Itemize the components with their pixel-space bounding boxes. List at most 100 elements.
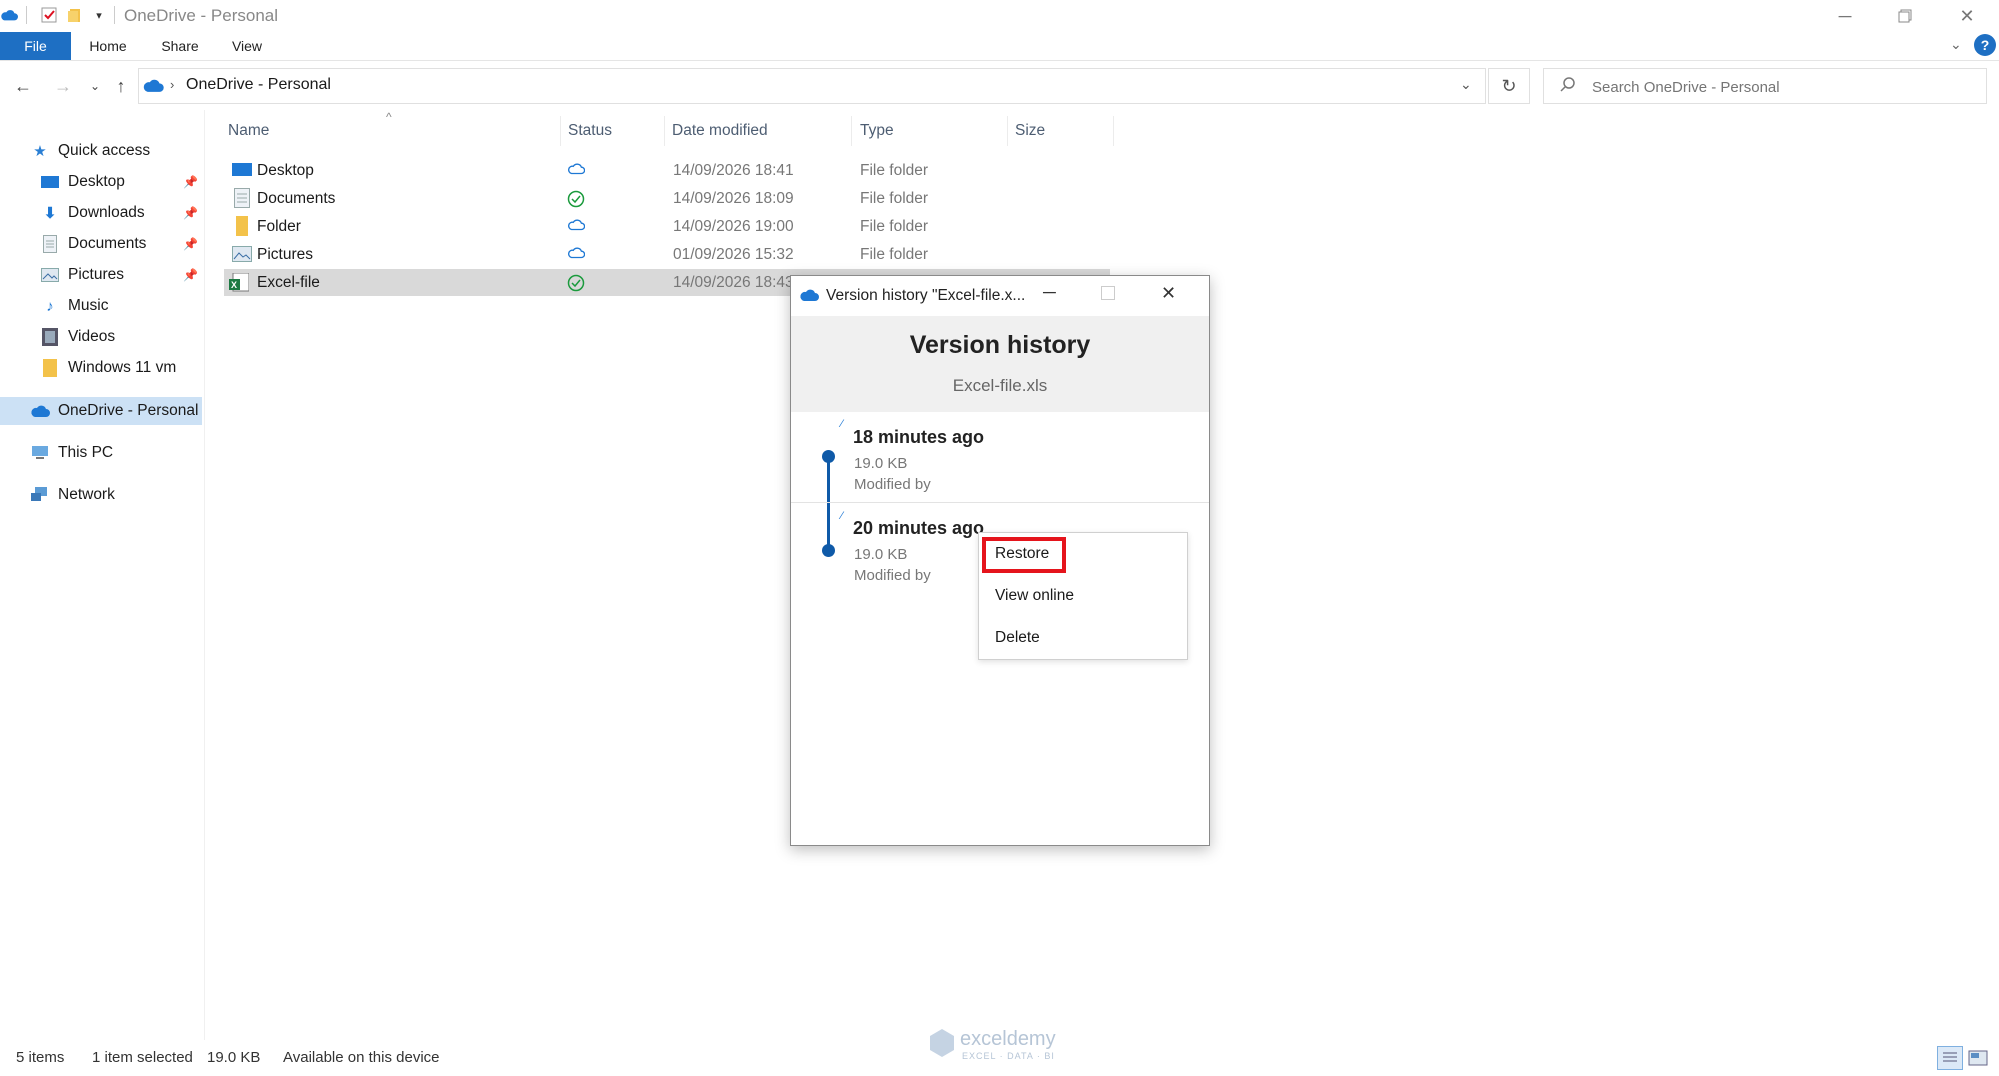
menu-item-delete[interactable]: Delete xyxy=(995,629,1040,647)
onedrive-cloud-icon xyxy=(799,288,819,307)
file-name: Desktop xyxy=(257,161,314,179)
dialog-minimize-button[interactable]: ─ xyxy=(1043,282,1056,303)
table-row[interactable]: Pictures 01/09/2026 15:32 File folder xyxy=(224,241,1110,268)
file-date: 01/09/2026 15:32 xyxy=(673,245,794,263)
column-separator[interactable] xyxy=(851,116,852,146)
address-dropdown-icon[interactable]: ⌄ xyxy=(1460,76,1472,93)
divider xyxy=(114,6,115,24)
watermark-tagline: EXCEL · DATA · BI xyxy=(962,1051,1055,1061)
pin-icon: 📌 xyxy=(183,175,198,189)
new-folder-icon[interactable] xyxy=(66,6,84,24)
up-arrow-icon[interactable]: ↑ xyxy=(110,74,132,98)
download-icon: ⬇ xyxy=(43,205,57,222)
cloud-icon xyxy=(567,246,586,265)
pictures-icon xyxy=(40,265,60,285)
column-header-date-modified[interactable]: Date modified xyxy=(672,118,768,144)
column-header-type[interactable]: Type xyxy=(860,118,894,144)
nav-downloads[interactable]: ⬇ Downloads 📌 xyxy=(0,199,204,227)
file-name: Excel-file xyxy=(257,273,320,291)
address-bar[interactable] xyxy=(138,68,1486,104)
version-modified-by: Modified by xyxy=(854,476,931,493)
menu-item-view-online[interactable]: View online xyxy=(995,587,1074,605)
loading-icon: ⁄ xyxy=(841,510,843,522)
music-icon: ♪ xyxy=(46,297,54,315)
file-type: File folder xyxy=(860,245,929,263)
maximize-button[interactable] xyxy=(1882,2,1928,30)
nav-label: Documents xyxy=(68,235,147,252)
nav-music[interactable]: ♪ Music xyxy=(0,292,108,320)
properties-icon[interactable] xyxy=(40,6,58,24)
dialog-maximize-button[interactable] xyxy=(1101,286,1115,300)
column-separator[interactable] xyxy=(664,116,665,146)
nav-label: Downloads xyxy=(68,204,145,221)
version-entry[interactable]: ⁄ 18 minutes ago 19.0 KB Modified by xyxy=(791,412,1209,506)
search-icon xyxy=(1560,76,1576,97)
recent-locations-icon[interactable]: ⌄ xyxy=(84,74,106,98)
document-icon xyxy=(40,234,60,254)
table-row[interactable]: Documents 14/09/2026 18:09 File folder xyxy=(224,185,1110,212)
close-button[interactable]: ✕ xyxy=(1944,2,1990,30)
status-size: 19.0 KB xyxy=(207,1049,261,1066)
nav-label: Windows 11 vm xyxy=(68,359,177,376)
exceldemy-logo-icon xyxy=(928,1028,956,1063)
tab-home[interactable]: Home xyxy=(80,32,136,60)
divider xyxy=(791,502,1209,503)
onedrive-cloud-icon xyxy=(30,401,50,421)
nav-pictures[interactable]: Pictures 📌 xyxy=(0,261,204,289)
details-view-button[interactable] xyxy=(1937,1046,1963,1070)
version-time: 18 minutes ago xyxy=(853,427,985,447)
document-icon xyxy=(234,188,250,213)
column-header-status[interactable]: Status xyxy=(568,118,612,144)
folder-icon xyxy=(40,358,60,378)
nav-label: Quick access xyxy=(58,142,151,159)
nav-network[interactable]: Network xyxy=(0,481,115,509)
nav-quick-access[interactable]: ★ Quick access xyxy=(0,137,150,165)
table-row[interactable]: Folder 14/09/2026 19:00 File folder xyxy=(224,213,1110,240)
nav-windows-11-vm[interactable]: Windows 11 vm xyxy=(0,354,176,382)
pictures-icon xyxy=(232,246,252,267)
customize-toolbar-icon[interactable]: ▾ xyxy=(90,6,108,24)
column-separator[interactable] xyxy=(1113,116,1114,146)
nav-desktop[interactable]: Desktop 📌 xyxy=(0,168,204,196)
forward-arrow-icon[interactable]: → xyxy=(52,74,74,98)
watermark-brand: exceldemy xyxy=(960,1028,1056,1050)
file-date: 14/09/2026 18:43 xyxy=(673,273,794,291)
column-header-name[interactable]: Name xyxy=(228,118,269,144)
nav-this-pc[interactable]: This PC xyxy=(0,439,113,467)
nav-onedrive-personal[interactable]: OneDrive - Personal xyxy=(0,397,202,425)
search-input[interactable] xyxy=(1590,74,1974,100)
dialog-close-button[interactable]: ✕ xyxy=(1161,283,1176,304)
column-separator[interactable] xyxy=(1007,116,1008,146)
nav-documents[interactable]: Documents 📌 xyxy=(0,230,204,258)
status-selected: 1 item selected xyxy=(92,1049,193,1066)
nav-videos[interactable]: Videos xyxy=(0,323,115,351)
nav-label: Music xyxy=(68,297,109,314)
status-availability: Available on this device xyxy=(283,1049,440,1066)
column-header-size[interactable]: Size xyxy=(1015,118,1045,144)
sort-ascending-icon: ^ xyxy=(386,110,392,124)
refresh-button[interactable]: ↻ xyxy=(1488,68,1530,104)
file-type: File folder xyxy=(860,161,929,179)
file-date: 14/09/2026 19:00 xyxy=(673,217,794,235)
column-separator[interactable] xyxy=(560,116,561,146)
back-arrow-icon[interactable]: ← xyxy=(12,74,34,98)
version-modified-by: Modified by xyxy=(854,567,931,584)
tab-share[interactable]: Share xyxy=(152,32,208,60)
breadcrumb-chevron-icon[interactable]: › xyxy=(170,77,174,92)
tab-file[interactable]: File xyxy=(0,32,71,60)
dialog-title: Version history "Excel-file.x... xyxy=(826,287,1026,304)
svg-text:X: X xyxy=(231,280,237,290)
help-icon[interactable]: ? xyxy=(1974,34,1996,56)
nav-label: Videos xyxy=(68,328,116,345)
pin-icon: 📌 xyxy=(183,268,198,282)
nav-label: Pictures xyxy=(68,266,124,283)
large-icons-view-button[interactable] xyxy=(1967,1048,1989,1068)
breadcrumb[interactable]: OneDrive - Personal xyxy=(186,76,331,94)
table-row[interactable]: Desktop 14/09/2026 18:41 File folder xyxy=(224,157,1110,184)
file-date: 14/09/2026 18:41 xyxy=(673,161,794,179)
tab-view[interactable]: View xyxy=(220,32,274,60)
version-size: 19.0 KB xyxy=(854,546,908,563)
expand-ribbon-icon[interactable]: ⌄ xyxy=(1950,36,1962,53)
nav-label: OneDrive - Personal xyxy=(58,402,199,419)
minimize-button[interactable]: ─ xyxy=(1822,2,1868,30)
